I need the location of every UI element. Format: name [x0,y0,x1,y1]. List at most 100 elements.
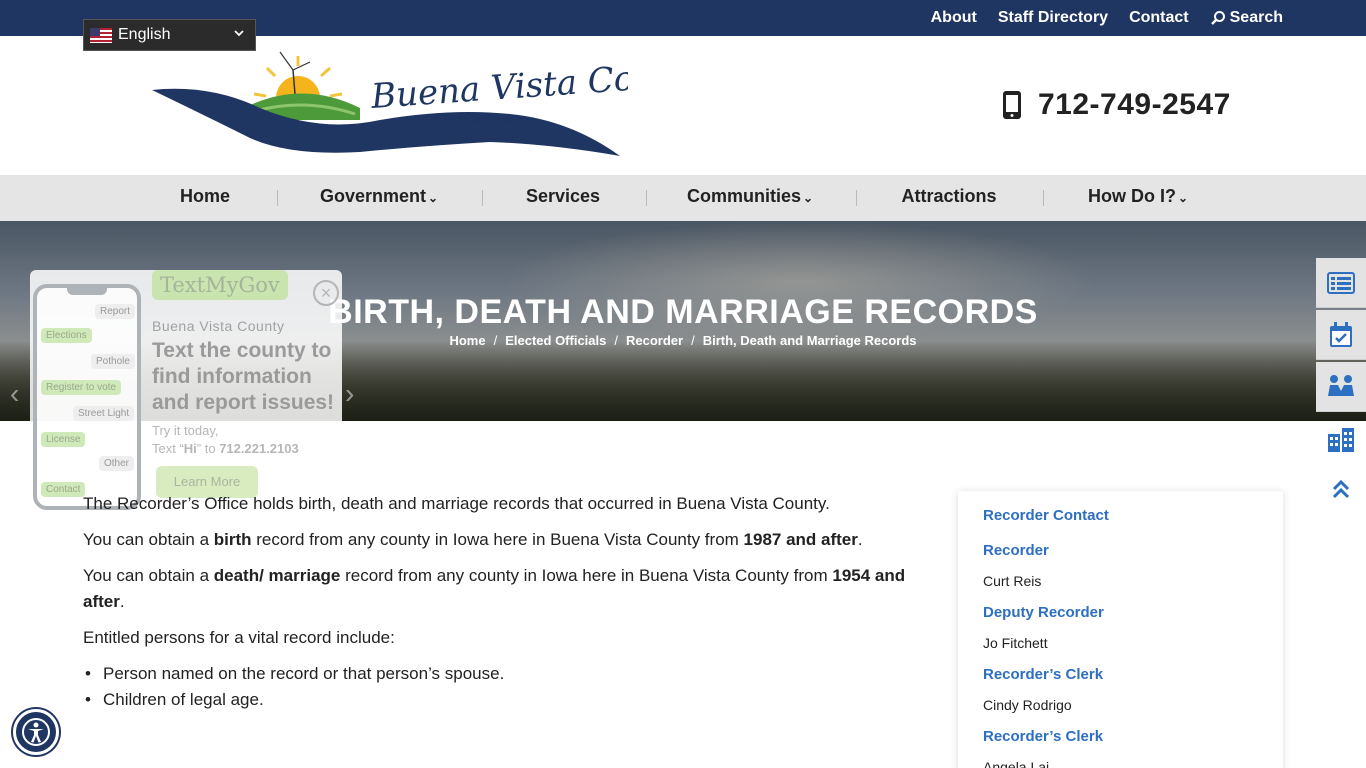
nav-divider [482,190,483,206]
text: You can obtain a [83,530,214,549]
news-button[interactable] [1316,258,1366,308]
nav-divider [646,190,647,206]
header-phone[interactable]: 712-749-2547 [1002,88,1231,122]
calendar-button[interactable] [1316,310,1366,360]
breadcrumb-separator: / [691,333,695,348]
contact-role[interactable]: Recorder’s Clerk [983,666,1103,683]
contact-link[interactable]: Contact [1129,9,1189,27]
logo-text: Buena Vista County [369,53,628,117]
chat-bubble: Other [99,456,135,471]
county-logo[interactable]: Buena Vista County BEAUTIFUL VIEW IOWA [150,48,713,163]
accessibility-icon [22,718,50,746]
breadcrumb-separator: / [614,333,618,348]
breadcrumb-home[interactable]: Home [449,333,485,348]
phone-number[interactable]: 712-749-2547 [1038,88,1231,122]
nav-government[interactable]: Government ⌄ [320,175,438,221]
popup-pitch: Text the county to find information and … [152,339,335,414]
bold-text: death/ marriage [213,566,341,585]
slider-prev-arrow[interactable]: ‹ [10,378,19,410]
entitled-heading: Entitled persons for a vital record incl… [83,628,395,647]
staff-directory-link[interactable]: Staff Directory [998,9,1108,27]
contact-role[interactable]: Recorder’s Clerk [983,728,1103,745]
double-chevron-up-icon [1332,479,1350,499]
contact-name: Jo Fitchett [983,635,1048,651]
nav-divider [1043,190,1044,206]
try-text: ” to [196,441,220,456]
birth-record-paragraph: You can obtain a birth record from any c… [83,527,913,553]
meetings-button[interactable] [1316,362,1366,412]
chevron-down-icon [233,26,245,42]
chat-bubble: Pothole [91,354,135,369]
contact-role[interactable]: Recorder [983,542,1049,559]
breadcrumb-current: Birth, Death and Marriage Records [702,333,917,348]
about-link[interactable]: About [931,9,977,27]
phone-illustration: Report Elections Pothole Register to vot… [33,284,141,510]
site-header: Buena Vista County BEAUTIFUL VIEW IOWA 7… [0,36,1366,175]
chevron-down-icon: ⌄ [1177,191,1189,205]
top-links: About Staff Directory Contact Search [931,0,1283,36]
try-line-2: Text “Hi” to 712.221.2103 [152,440,299,458]
us-flag-icon [90,27,112,43]
nav-communities[interactable]: Communities ⌄ [687,175,813,221]
search-link[interactable]: Search [1210,9,1283,27]
nav-divider [277,190,278,206]
nav-home[interactable]: Home [180,175,230,221]
breadcrumb-separator: / [493,333,498,348]
nav-communities-label: Communities [686,186,801,206]
page-content: The Recorder’s Office holds birth, death… [83,491,913,713]
back-to-top-button[interactable] [1316,464,1366,514]
contact-name: Cindy Rodrigo [983,697,1072,713]
text: record from any county in Iowa here in B… [251,530,744,549]
list-item: Children of legal age. [83,687,913,713]
death-marriage-paragraph: You can obtain a death/ marriage record … [83,563,913,615]
list-item: Person named on the record or that perso… [83,661,913,687]
text: . [857,530,863,549]
intro-paragraph: The Recorder’s Office holds birth, death… [83,494,830,513]
chat-bubble: License [41,432,86,447]
bold-text: 1987 and after [743,530,858,549]
nav-how-do-i[interactable]: How Do I? ⌄ [1088,175,1188,221]
chat-bubble: Register to vote [41,380,122,395]
chat-bubble: Elections [41,328,92,343]
recorder-contact-card: Recorder Contact Recorder Curt Reis Depu… [958,491,1283,768]
contact-heading[interactable]: Recorder Contact [983,507,1109,524]
text: record from any county in Iowa here in B… [340,566,833,585]
contact-name: Curt Reis [983,573,1042,589]
nav-how-do-i-label: How Do I? [1087,186,1176,206]
try-number: 712.221.2103 [219,441,299,456]
chat-bubble: Report [95,304,136,319]
departments-button[interactable] [1316,414,1366,464]
language-select[interactable]: English [83,19,256,51]
breadcrumb-recorder[interactable]: Recorder [626,333,683,348]
contact-role[interactable]: Deputy Recorder [983,604,1104,621]
contact-name: Angela Lai [983,759,1050,768]
textmygov-logo: TextMyGov [152,270,288,300]
nav-services[interactable]: Services [526,175,600,221]
calendar-check-icon [1330,321,1352,347]
slider-next-arrow[interactable]: › [345,378,354,410]
search-label: Search [1229,9,1283,26]
close-icon[interactable]: × [313,280,339,306]
entitled-list: Person named on the record or that perso… [83,661,913,713]
city-buildings-icon [1328,428,1354,452]
main-nav: Home Government ⌄ Services Communities ⌄ A… [0,175,1366,221]
bold-text: birth [213,530,252,549]
text: . [119,592,125,611]
logo-state: IOWA [475,129,489,135]
nav-government-label: Government [319,186,426,206]
try-text: Text “ [152,441,184,456]
textmygov-popup: Report Elections Pothole Register to vot… [30,270,342,516]
quick-links-toolbar [1316,258,1366,514]
popup-instructions: Try it today, Text “Hi” to 712.221.2103 [152,422,299,458]
breadcrumb-elected-officials[interactable]: Elected Officials [505,333,606,348]
nav-attractions[interactable]: Attractions [901,175,996,221]
chevron-down-icon: ⌄ [802,191,814,205]
language-label: English [118,26,171,43]
popup-county: Buena Vista County [152,318,285,334]
list-icon [1327,271,1355,294]
accessibility-button[interactable] [13,709,59,755]
chat-bubble: Street Light [73,406,135,421]
try-keyword: Hi [183,441,197,456]
search-icon [1210,11,1225,25]
nav-divider [856,190,857,206]
